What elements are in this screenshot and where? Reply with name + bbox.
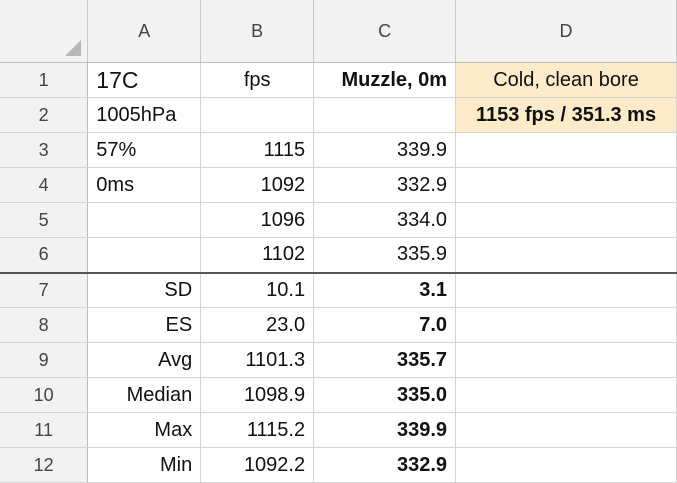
row-4: 4 0ms 1092 332.9 [0,167,677,203]
cell-b6[interactable]: 1102 [200,237,315,274]
cell-d3[interactable] [455,132,677,168]
row-header-5[interactable]: 5 [0,202,89,238]
column-header-d[interactable]: D [455,0,677,63]
cell-d7[interactable] [455,272,677,308]
cell-c1[interactable]: Muzzle, 0m [313,62,457,98]
row-header-6[interactable]: 6 [0,237,89,274]
cell-a5[interactable] [87,202,202,238]
cell-d8[interactable] [455,307,677,343]
row-9: 9 Avg 1101.3 335.7 [0,342,677,378]
cell-c3[interactable]: 339.9 [313,132,457,168]
cell-c8[interactable]: 7.0 [313,307,457,343]
cell-b5[interactable]: 1096 [200,202,315,238]
cell-grid: A B C D 1 17C fps Muzzle, 0m Cold, clean… [0,0,677,483]
cell-d4[interactable] [455,167,677,203]
cell-b3[interactable]: 1115 [200,132,315,168]
row-header-10[interactable]: 10 [0,377,89,413]
row-11: 11 Max 1115.2 339.9 [0,412,677,448]
cell-a11[interactable]: Max [87,412,202,448]
cell-b7[interactable]: 10.1 [200,272,315,308]
row-header-11[interactable]: 11 [0,412,89,448]
cell-d9[interactable] [455,342,677,378]
cell-a12[interactable]: Min [87,447,202,483]
row-5: 5 1096 334.0 [0,202,677,238]
cell-d5[interactable] [455,202,677,238]
row-header-8[interactable]: 8 [0,307,89,343]
cell-d11[interactable] [455,412,677,448]
row-header-12[interactable]: 12 [0,447,89,483]
cell-a3[interactable]: 57% [87,132,202,168]
cell-d2[interactable]: 1153 fps / 351.3 ms [455,97,677,133]
cell-c9[interactable]: 335.7 [313,342,457,378]
cell-a1[interactable]: 17C [87,62,202,98]
cell-b4[interactable]: 1092 [200,167,315,203]
select-all-triangle-icon [65,40,82,56]
cell-d10[interactable] [455,377,677,413]
column-header-c[interactable]: C [313,0,457,63]
row-8: 8 ES 23.0 7.0 [0,307,677,343]
cell-b10[interactable]: 1098.9 [200,377,315,413]
cell-b12[interactable]: 1092.2 [200,447,315,483]
cell-c10[interactable]: 335.0 [313,377,457,413]
cell-a8[interactable]: ES [87,307,202,343]
cell-c7[interactable]: 3.1 [313,272,457,308]
cell-b2[interactable] [200,97,315,133]
cell-c6[interactable]: 335.9 [313,237,457,274]
row-10: 10 Median 1098.9 335.0 [0,377,677,413]
row-3: 3 57% 1115 339.9 [0,132,677,168]
spreadsheet: A B C D 1 17C fps Muzzle, 0m Cold, clean… [0,0,677,483]
cell-a6[interactable] [87,237,202,274]
row-header-2[interactable]: 2 [0,97,89,133]
cell-a10[interactable]: Median [87,377,202,413]
row-7: 7 SD 10.1 3.1 [0,272,677,308]
cell-a2[interactable]: 1005hPa [87,97,202,133]
cell-b1[interactable]: fps [200,62,315,98]
cell-b11[interactable]: 1115.2 [200,412,315,448]
cell-c12[interactable]: 332.9 [313,447,457,483]
cell-a4[interactable]: 0ms [87,167,202,203]
cell-b8[interactable]: 23.0 [200,307,315,343]
cell-c11[interactable]: 339.9 [313,412,457,448]
cell-d1[interactable]: Cold, clean bore [455,62,677,98]
row-1: 1 17C fps Muzzle, 0m Cold, clean bore [0,62,677,98]
column-header-b[interactable]: B [200,0,315,63]
cell-c2[interactable] [313,97,457,133]
row-header-9[interactable]: 9 [0,342,89,378]
row-6: 6 1102 335.9 [0,237,677,274]
row-header-4[interactable]: 4 [0,167,89,203]
cell-c4[interactable]: 332.9 [313,167,457,203]
row-12: 12 Min 1092.2 332.9 [0,447,677,483]
row-2: 2 1005hPa 1153 fps / 351.3 ms [0,97,677,133]
cell-d12[interactable] [455,447,677,483]
row-header-7[interactable]: 7 [0,272,89,308]
column-header-a[interactable]: A [87,0,202,63]
select-all-corner[interactable] [0,0,89,63]
cell-b9[interactable]: 1101.3 [200,342,315,378]
row-header-3[interactable]: 3 [0,132,89,168]
cell-c5[interactable]: 334.0 [313,202,457,238]
cell-a9[interactable]: Avg [87,342,202,378]
cell-d6[interactable] [455,237,677,274]
cell-a7[interactable]: SD [87,272,202,308]
row-header-1[interactable]: 1 [0,62,89,98]
